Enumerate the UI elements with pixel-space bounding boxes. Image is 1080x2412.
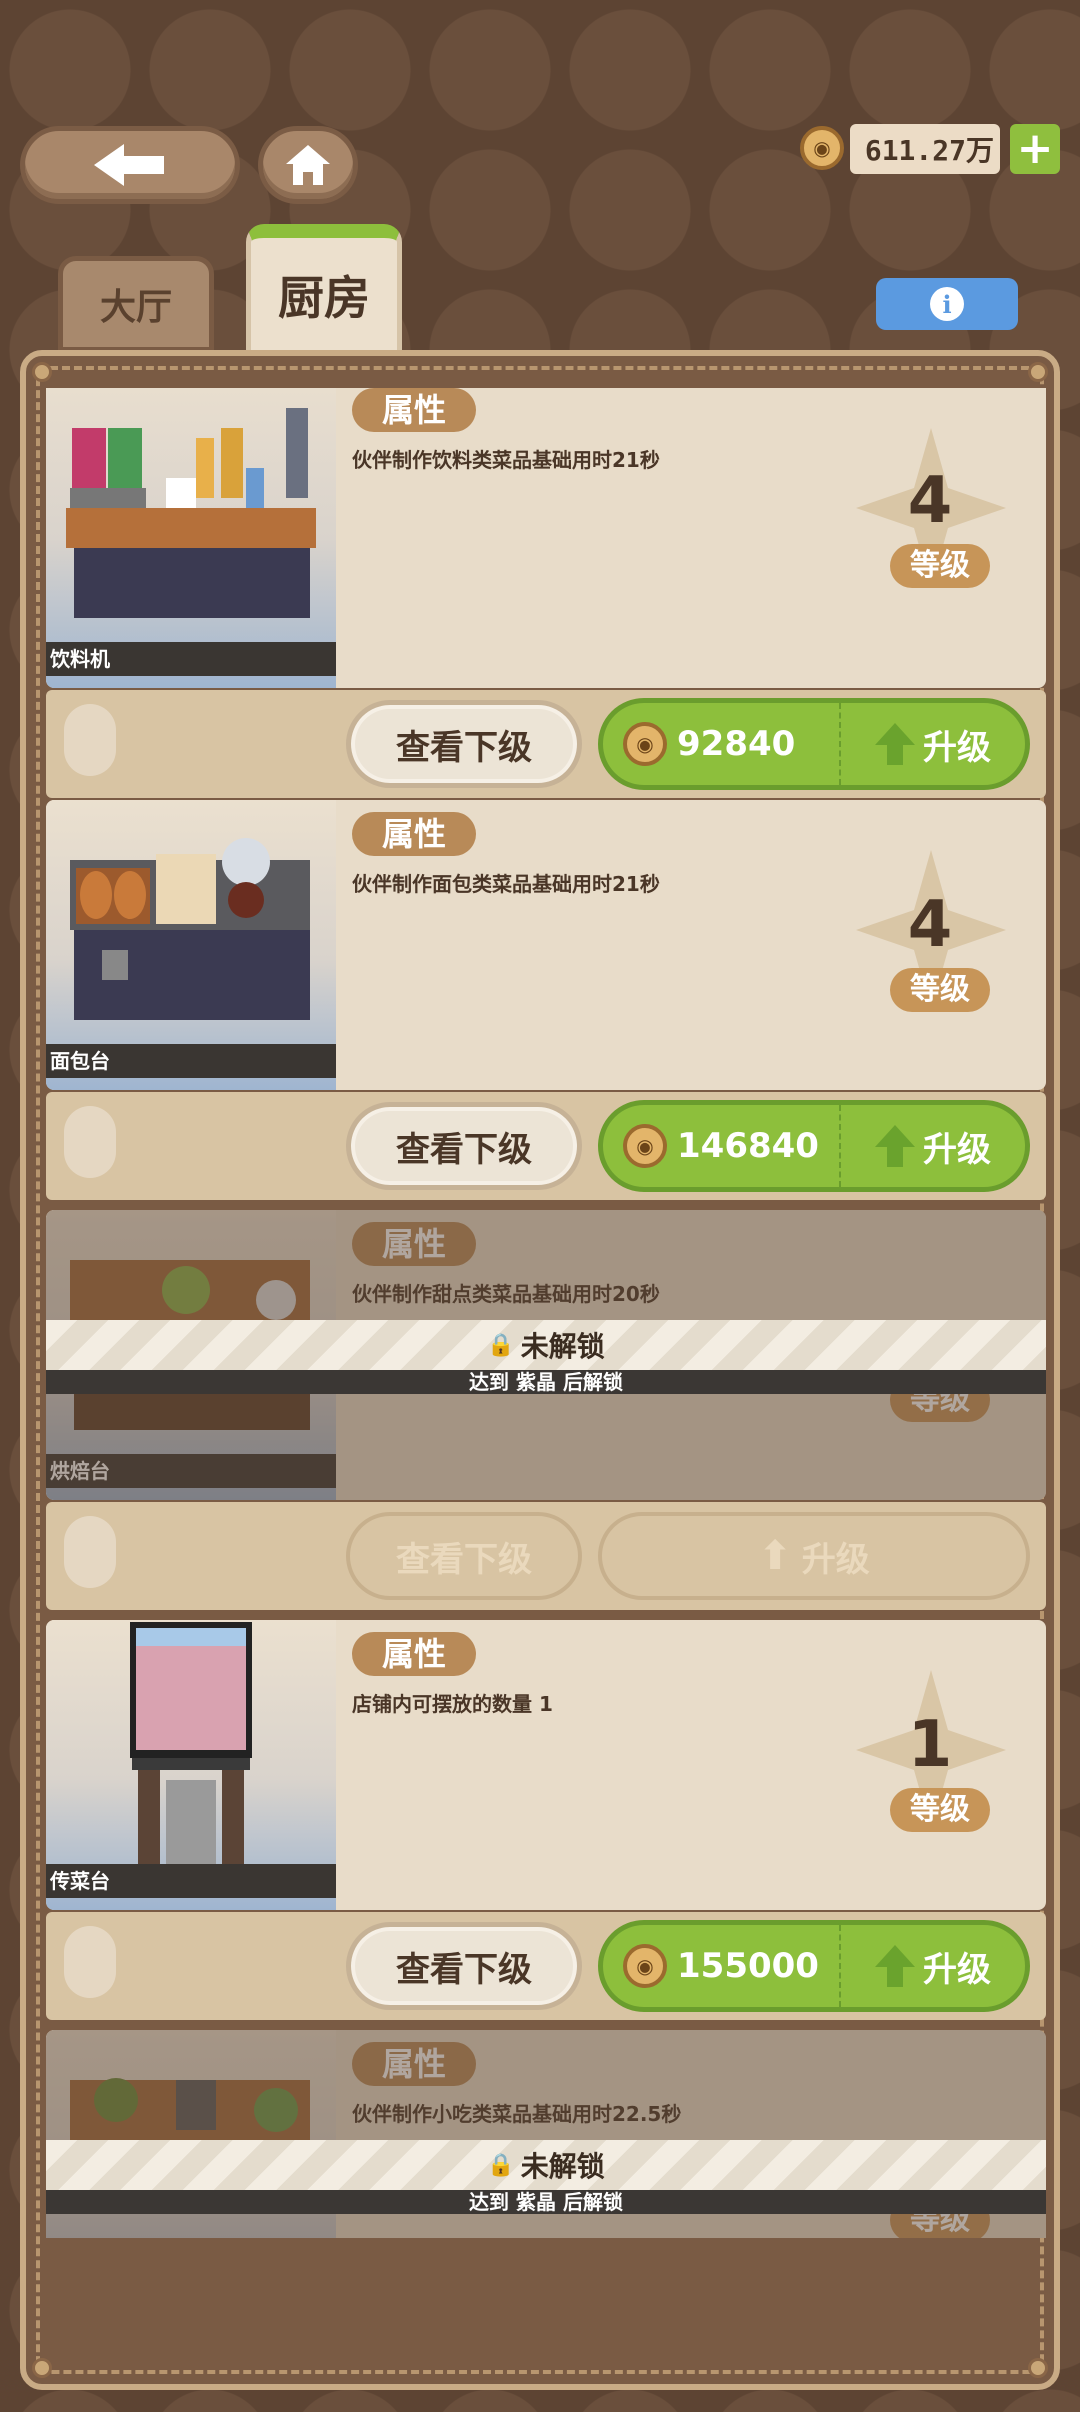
coin-icon: ◉ bbox=[623, 1124, 667, 1168]
tab-kitchen[interactable]: 厨房 bbox=[246, 224, 402, 352]
card-info: 传菜台 属性 店铺内可摆放的数量 1 1 等级 bbox=[46, 1620, 1046, 1910]
back-button[interactable] bbox=[20, 126, 240, 204]
upgrade-cost-value: 146840 bbox=[677, 1126, 819, 1166]
level-number: 4 bbox=[907, 888, 953, 962]
home-button[interactable] bbox=[258, 126, 358, 204]
currency-amount: 611.27万 bbox=[850, 124, 1000, 174]
view-next-level-button-disabled: 查看下级 bbox=[346, 1512, 582, 1600]
attribute-description: 店铺内可摆放的数量 1 bbox=[352, 1692, 553, 1716]
upgrade-button[interactable]: ◉ 155000 升级 bbox=[598, 1920, 1030, 2012]
info-icon: i bbox=[930, 287, 964, 321]
arrow-up-icon bbox=[875, 723, 915, 765]
unlock-condition: 达到 紫晶 后解锁 bbox=[46, 1370, 1046, 1394]
level-number: 1 bbox=[907, 1708, 953, 1782]
currency-coin-icon: ◉ bbox=[800, 126, 844, 170]
view-next-level-label: 查看下级 bbox=[396, 1539, 532, 1580]
board-corner-bl bbox=[32, 2358, 52, 2378]
tab-hall[interactable]: 大厅 bbox=[58, 256, 214, 352]
card-info: 饮料机 属性 伙伴制作饮料类菜品基础用时21秒 4 等级 bbox=[46, 388, 1046, 688]
upgrade-cost: ◉ 155000 bbox=[603, 1925, 841, 2007]
bread-station-image: 面包台 bbox=[46, 800, 336, 1090]
card-info: 烘焙台 属性 伙伴制作甜点类菜品基础用时20秒 等级 🔒 未解锁 达到 紫晶 后… bbox=[46, 1210, 1046, 1500]
board-corner-tr bbox=[1028, 362, 1048, 382]
lock-icon: 🔒 bbox=[487, 2152, 515, 2178]
lock-icon: 🔒 bbox=[487, 1332, 515, 1358]
home-icon bbox=[286, 145, 330, 185]
upgrade-label-wrap: 升级 bbox=[841, 1942, 1025, 1991]
locked-banner: 🔒 未解锁 bbox=[46, 1320, 1046, 1370]
level-badge: 等级 bbox=[890, 968, 990, 1012]
card-actions: 查看下级 ◉ 155000 升级 bbox=[46, 1912, 1046, 2020]
card-info: 属性 伙伴制作小吃类菜品基础用时22.5秒 等级 🔒 未解锁 达到 紫晶 后解锁 bbox=[46, 2030, 1046, 2238]
upgrade-label: 升级 bbox=[801, 1539, 870, 1580]
arrow-up-icon: ⬆ bbox=[758, 1533, 792, 1579]
equipment-card-serving-counter: 传菜台 属性 店铺内可摆放的数量 1 1 等级 查看下级 ◉ 155000 升级 bbox=[46, 1620, 1046, 2020]
card-actions: 查看下级 ⬆ 升级 bbox=[46, 1502, 1046, 1610]
view-next-level-button[interactable]: 查看下级 bbox=[346, 1102, 582, 1190]
locked-banner: 🔒 未解锁 bbox=[46, 2140, 1046, 2190]
upgrade-cost: ◉ 146840 bbox=[603, 1105, 841, 1187]
board-corner-tl bbox=[32, 362, 52, 382]
equipment-name: 饮料机 bbox=[46, 642, 336, 676]
locked-label: 未解锁 bbox=[520, 1330, 605, 1363]
upgrade-button-disabled: ⬆ 升级 bbox=[598, 1512, 1030, 1600]
attribute-badge: 属性 bbox=[352, 812, 476, 856]
coffee-bean-icon bbox=[64, 1926, 116, 1998]
upgrade-cost-value: 155000 bbox=[677, 1946, 819, 1986]
attribute-badge: 属性 bbox=[352, 388, 476, 432]
tab-hall-label: 大厅 bbox=[99, 287, 172, 328]
equipment-list[interactable]: 饮料机 属性 伙伴制作饮料类菜品基础用时21秒 4 等级 查看下级 ◉ 9284… bbox=[46, 388, 1046, 2238]
attribute-description: 伙伴制作面包类菜品基础用时21秒 bbox=[352, 872, 660, 896]
equipment-card-baking-station: 烘焙台 属性 伙伴制作甜点类菜品基础用时20秒 等级 🔒 未解锁 达到 紫晶 后… bbox=[46, 1210, 1046, 1610]
upgrade-label-wrap: 升级 bbox=[841, 1122, 1025, 1171]
view-next-level-label: 查看下级 bbox=[396, 1129, 532, 1170]
card-info: 面包台 属性 伙伴制作面包类菜品基础用时21秒 4 等级 bbox=[46, 800, 1046, 1090]
serving-counter-image: 传菜台 bbox=[46, 1620, 336, 1910]
coffee-bean-icon bbox=[64, 704, 116, 776]
board-corner-br bbox=[1028, 2358, 1048, 2378]
level-number: 4 bbox=[907, 464, 953, 538]
info-button[interactable]: i bbox=[876, 278, 1018, 330]
upgrade-label-wrap: 升级 bbox=[841, 720, 1025, 769]
level-badge: 等级 bbox=[890, 1788, 990, 1832]
upgrade-label: 升级 bbox=[923, 727, 991, 768]
arrow-up-icon bbox=[875, 1125, 915, 1167]
level-badge: 等级 bbox=[890, 544, 990, 588]
equipment-name: 面包台 bbox=[46, 1044, 336, 1078]
arrow-left-icon bbox=[94, 144, 164, 186]
coffee-bean-icon bbox=[64, 1516, 116, 1588]
coin-icon: ◉ bbox=[623, 722, 667, 766]
equipment-card-bread-station: 面包台 属性 伙伴制作面包类菜品基础用时21秒 4 等级 查看下级 ◉ 1468… bbox=[46, 800, 1046, 1200]
upgrade-button[interactable]: ◉ 146840 升级 bbox=[598, 1100, 1030, 1192]
kitchen-board: 饮料机 属性 伙伴制作饮料类菜品基础用时21秒 4 等级 查看下级 ◉ 9284… bbox=[20, 350, 1060, 2390]
unlock-condition: 达到 紫晶 后解锁 bbox=[46, 2190, 1046, 2214]
locked-label: 未解锁 bbox=[520, 2150, 605, 2183]
add-currency-button[interactable]: + bbox=[1010, 124, 1060, 174]
drink-machine-icon bbox=[66, 408, 316, 618]
upgrade-label: 升级 bbox=[923, 1949, 991, 1990]
view-next-level-label: 查看下级 bbox=[396, 1949, 532, 1990]
view-next-level-label: 查看下级 bbox=[396, 727, 532, 768]
attribute-badge: 属性 bbox=[352, 1632, 476, 1676]
arrow-up-icon bbox=[875, 1945, 915, 1987]
upgrade-cost-value: 92840 bbox=[677, 724, 796, 764]
upgrade-button[interactable]: ◉ 92840 升级 bbox=[598, 698, 1030, 790]
upgrade-label: 升级 bbox=[923, 1129, 991, 1170]
coffee-bean-icon bbox=[64, 1106, 116, 1178]
equipment-card-snack-station: 属性 伙伴制作小吃类菜品基础用时22.5秒 等级 🔒 未解锁 达到 紫晶 后解锁 bbox=[46, 2030, 1046, 2238]
coin-icon: ◉ bbox=[623, 1944, 667, 1988]
attribute-description: 伙伴制作饮料类菜品基础用时21秒 bbox=[352, 448, 660, 472]
tab-kitchen-label: 厨房 bbox=[278, 271, 370, 325]
equipment-name: 传菜台 bbox=[46, 1864, 336, 1898]
equipment-card-drink-machine: 饮料机 属性 伙伴制作饮料类菜品基础用时21秒 4 等级 查看下级 ◉ 9284… bbox=[46, 388, 1046, 798]
drink-machine-image: 饮料机 bbox=[46, 388, 336, 688]
card-actions: 查看下级 ◉ 92840 升级 bbox=[46, 690, 1046, 798]
view-next-level-button[interactable]: 查看下级 bbox=[346, 1922, 582, 2010]
upgrade-cost: ◉ 92840 bbox=[603, 703, 841, 785]
view-next-level-button[interactable]: 查看下级 bbox=[346, 700, 582, 788]
card-actions: 查看下级 ◉ 146840 升级 bbox=[46, 1092, 1046, 1200]
